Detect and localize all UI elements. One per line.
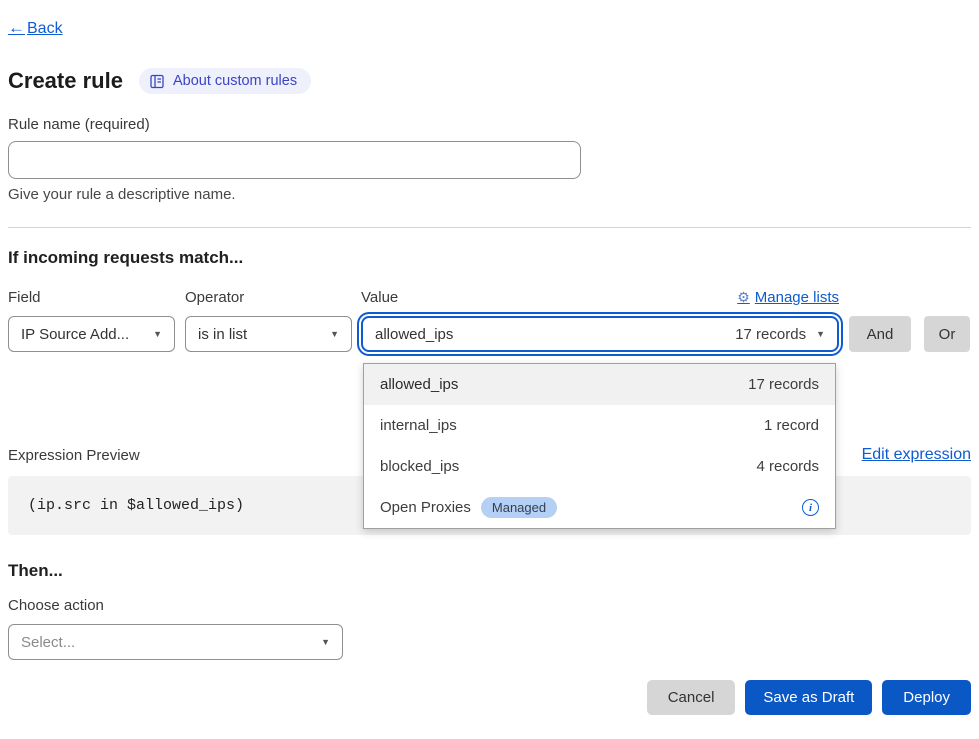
- value-combobox[interactable]: allowed_ips 17 records ▼: [361, 316, 839, 352]
- andor-buttons: And Or: [849, 316, 970, 352]
- list-item-blocked-ips[interactable]: blocked_ips 4 records: [364, 446, 835, 487]
- list-item-name: internal_ips: [380, 417, 457, 434]
- value-column: Value ⚙ Manage lists allowed_ips 17 recor…: [361, 288, 839, 352]
- value-selected: allowed_ips: [375, 326, 453, 343]
- list-item-records: 4 records: [756, 458, 819, 475]
- list-item-left: Open Proxies Managed: [380, 497, 557, 518]
- field-column: Field IP Source Add... ▼: [8, 288, 175, 352]
- value-combo-right: 17 records ▼: [735, 326, 825, 343]
- then-heading: Then...: [8, 561, 971, 581]
- rule-name-helper: Give your rule a descriptive name.: [8, 186, 971, 203]
- back-label: Back: [27, 20, 63, 37]
- list-item-open-proxies[interactable]: Open Proxies Managed i: [364, 487, 835, 528]
- list-item-internal-ips[interactable]: internal_ips 1 record: [364, 405, 835, 446]
- info-icon[interactable]: i: [802, 499, 819, 516]
- about-custom-rules-link[interactable]: About custom rules: [139, 68, 311, 94]
- operator-select[interactable]: is in list ▼: [185, 316, 352, 352]
- rule-name-label: Rule name (required): [8, 116, 971, 133]
- chevron-down-icon: ▼: [816, 329, 825, 339]
- field-label: Field: [8, 288, 175, 306]
- operator-column: Operator is in list ▼: [185, 288, 352, 352]
- lists-dropdown-panel: allowed_ips 17 records internal_ips 1 re…: [363, 363, 836, 529]
- edit-expression-link[interactable]: Edit expression: [862, 446, 971, 464]
- back-link[interactable]: ←Back: [8, 20, 63, 37]
- list-item-allowed-ips[interactable]: allowed_ips 17 records: [364, 364, 835, 405]
- value-label: Value: [361, 289, 398, 306]
- field-value: IP Source Add...: [21, 326, 129, 343]
- expression-preview-label: Expression Preview: [8, 447, 140, 464]
- chevron-down-icon: ▼: [321, 637, 330, 647]
- condition-row: Field IP Source Add... ▼ Operator is in …: [8, 288, 971, 352]
- list-item-records: 17 records: [748, 376, 819, 393]
- operator-value: is in list: [198, 326, 247, 343]
- rule-name-input[interactable]: [8, 141, 581, 179]
- managed-badge: Managed: [481, 497, 557, 518]
- manage-lists-label: Manage lists: [755, 289, 839, 306]
- gear-icon: ⚙: [737, 289, 750, 306]
- action-placeholder: Select...: [21, 634, 75, 651]
- match-section-heading: If incoming requests match...: [8, 248, 971, 268]
- manage-lists-link[interactable]: ⚙ Manage lists: [737, 289, 839, 306]
- or-button[interactable]: Or: [924, 316, 970, 352]
- choose-action-label: Choose action: [8, 597, 971, 614]
- value-records-count: 17 records: [735, 326, 806, 343]
- about-label: About custom rules: [173, 73, 297, 89]
- deploy-button[interactable]: Deploy: [882, 680, 971, 715]
- list-item-name: blocked_ips: [380, 458, 459, 475]
- section-divider: [8, 227, 971, 228]
- cancel-button[interactable]: Cancel: [647, 680, 736, 715]
- list-item-name: allowed_ips: [380, 376, 458, 393]
- value-label-line: Value ⚙ Manage lists: [361, 288, 839, 306]
- page-title: Create rule: [8, 68, 123, 94]
- chevron-down-icon: ▼: [330, 329, 339, 339]
- footer-actions: Cancel Save as Draft Deploy: [8, 680, 971, 715]
- and-button[interactable]: And: [849, 316, 911, 352]
- expression-code: (ip.src in $allowed_ips): [28, 497, 244, 514]
- action-select[interactable]: Select... ▼: [8, 624, 343, 660]
- chevron-down-icon: ▼: [153, 329, 162, 339]
- back-row: ←Back: [8, 18, 971, 38]
- field-select[interactable]: IP Source Add... ▼: [8, 316, 175, 352]
- operator-label: Operator: [185, 288, 352, 306]
- book-icon: [149, 74, 165, 89]
- list-item-records: 1 record: [764, 417, 819, 434]
- create-rule-page: ←Back Create rule About custom rules Rul…: [0, 0, 979, 739]
- title-row: Create rule About custom rules: [8, 68, 971, 94]
- back-arrow-icon: ←: [8, 18, 25, 37]
- list-item-name: Open Proxies: [380, 499, 471, 516]
- save-as-draft-button[interactable]: Save as Draft: [745, 680, 872, 715]
